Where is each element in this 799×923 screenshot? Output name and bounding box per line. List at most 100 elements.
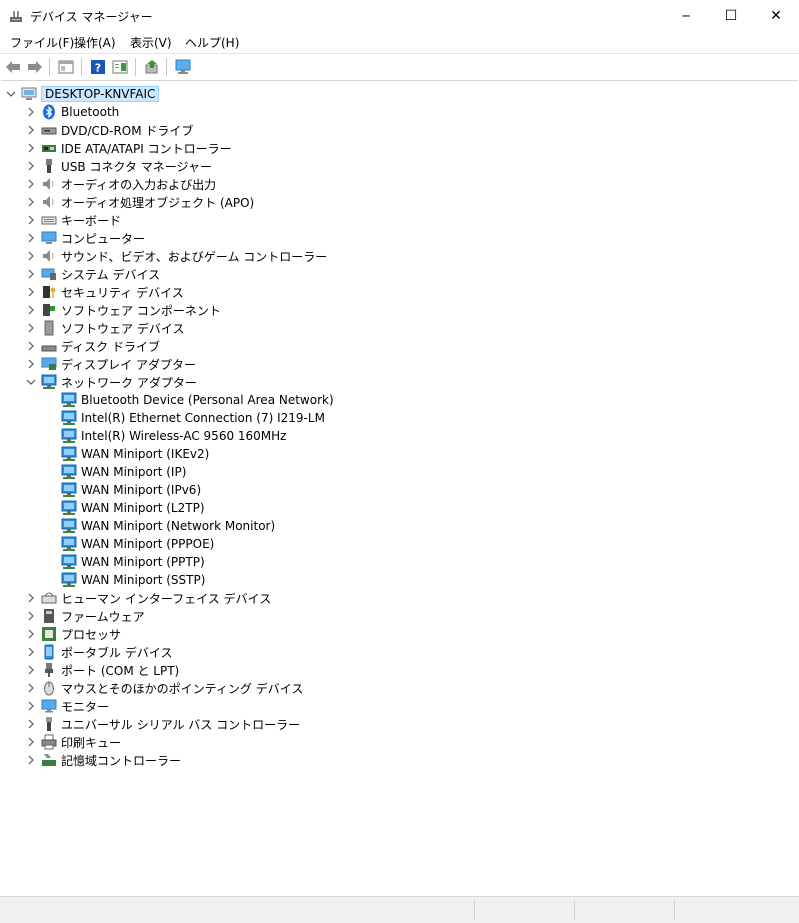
tree-category-1[interactable]: DVD/CD-ROM ドライブ [25,121,193,139]
window-title: デバイス マネージャー [30,10,153,24]
minimize-button[interactable]: ─ [663,0,709,32]
tree-category-18[interactable]: プロセッサ [25,625,121,643]
tree-item-label: モニター [61,699,110,714]
expand-chevron-icon[interactable] [25,679,37,697]
disk-drive-icon [41,338,57,354]
tree-item-label: コンピューター [61,231,146,246]
tree-device-item[interactable]: WAN Miniport (Network Monitor) [45,517,275,535]
menu-action[interactable]: 操作(A) [74,34,116,51]
network-adapter-icon [61,536,77,552]
tree-device-item[interactable]: WAN Miniport (L2TP) [45,499,205,517]
expand-chevron-icon[interactable] [25,589,37,607]
expand-chevron-icon[interactable] [25,607,37,625]
expand-chevron-icon[interactable] [25,337,37,355]
tree-category-0[interactable]: Bluetooth [25,103,119,121]
speaker-icon [41,176,57,192]
menu-help[interactable]: ヘルプ(H) [185,34,239,51]
update-driver-button[interactable] [143,58,161,76]
expand-chevron-icon[interactable] [25,103,37,121]
expand-chevron-icon[interactable] [25,751,37,769]
tree-category-13[interactable]: ディスク ドライブ [25,337,160,355]
tree-category-24[interactable]: 印刷キュー [25,733,121,751]
tree-category-7[interactable]: コンピューター [25,229,145,247]
dvd-drive-icon [41,122,57,138]
expand-chevron-icon[interactable] [25,211,37,229]
tree-category-3[interactable]: USB コネクタ マネージャー [25,157,212,175]
expand-chevron-icon[interactable] [25,193,37,211]
toolbar-separator [49,58,50,76]
collapse-chevron-icon[interactable] [5,85,17,103]
expand-chevron-icon[interactable] [25,157,37,175]
tree-root[interactable]: DESKTOP-KNVFAIC [5,85,160,103]
tree-device-item[interactable]: WAN Miniport (PPTP) [45,553,205,571]
help-button[interactable]: ? [89,58,107,76]
tree-category-16[interactable]: ヒューマン インターフェイス デバイス [25,589,271,607]
expand-chevron-icon[interactable] [25,733,37,751]
collapse-chevron-icon[interactable] [25,373,37,391]
tree-device-item[interactable]: Bluetooth Device (Personal Area Network) [45,391,334,409]
tree-category-10[interactable]: セキュリティ デバイス [25,283,184,301]
title-bar: デバイス マネージャー ─ ☐ ✕ [0,0,799,32]
tree-device-item[interactable]: WAN Miniport (IPv6) [45,481,201,499]
expand-chevron-icon[interactable] [25,715,37,733]
tree-device-item[interactable]: Intel(R) Ethernet Connection (7) I219-LM [45,409,325,427]
tree-category-9[interactable]: システム デバイス [25,265,160,283]
tree-category-6[interactable]: キーボード [25,211,121,229]
tree-category-2[interactable]: IDE ATA/ATAPI コントローラー [25,139,232,157]
menu-view[interactable]: 表示(V) [130,34,172,51]
expand-chevron-icon[interactable] [25,301,37,319]
expand-chevron-icon[interactable] [25,661,37,679]
close-button[interactable]: ✕ [753,0,799,32]
menu-file[interactable]: ファイル(F) [10,34,74,51]
properties-button[interactable] [57,58,75,76]
tree-item-label: 印刷キュー [61,735,122,750]
action-pane-button[interactable] [111,58,129,76]
tree-item-label: セキュリティ デバイス [61,285,184,300]
tree-category-15[interactable]: ネットワーク アダプター [25,373,197,391]
tree-device-item[interactable]: WAN Miniport (IP) [45,463,186,481]
forward-button[interactable] [26,58,44,76]
maximize-button[interactable]: ☐ [708,0,754,32]
expand-chevron-icon[interactable] [25,247,37,265]
tree-category-11[interactable]: ソフトウェア コンポーネント [25,301,221,319]
tree-category-8[interactable]: サウンド、ビデオ、およびゲーム コントローラー [25,247,327,265]
status-segment [674,900,799,920]
tree-item-label: Bluetooth Device (Personal Area Network) [81,393,334,407]
expand-chevron-icon[interactable] [25,229,37,247]
tree-device-item[interactable]: WAN Miniport (PPPOE) [45,535,214,553]
tree-category-22[interactable]: モニター [25,697,109,715]
tree-category-19[interactable]: ポータブル デバイス [25,643,172,661]
tree-category-17[interactable]: ファームウェア [25,607,145,625]
tree-item-label: Bluetooth [61,105,120,119]
expand-chevron-icon[interactable] [25,265,37,283]
expand-chevron-icon[interactable] [25,283,37,301]
tree-device-item[interactable]: WAN Miniport (SSTP) [45,571,205,589]
expand-chevron-icon[interactable] [25,139,37,157]
expand-chevron-icon[interactable] [25,625,37,643]
tree-item-label: ネットワーク アダプター [61,375,197,390]
scan-hardware-button[interactable] [174,58,192,76]
tree-device-item[interactable]: WAN Miniport (IKEv2) [45,445,209,463]
expand-chevron-icon[interactable] [25,319,37,337]
tree-category-12[interactable]: ソフトウェア デバイス [25,319,184,337]
expand-chevron-icon[interactable] [25,121,37,139]
tree-root-label: DESKTOP-KNVFAIC [41,86,160,102]
tree-device-item[interactable]: Intel(R) Wireless-AC 9560 160MHz [45,427,286,445]
tree-category-14[interactable]: ディスプレイ アダプター [25,355,196,373]
tree-category-20[interactable]: ポート (COM と LPT) [25,661,179,679]
tree-category-25[interactable]: 記憶域コントローラー [25,751,181,769]
back-button[interactable] [4,58,22,76]
device-tree[interactable]: DESKTOP-KNVFAIC Bluetooth DVD/CD-ROM ドライブ I… [1,80,798,897]
tree-category-5[interactable]: オーディオ処理オブジェクト (APO) [25,193,254,211]
properties-icon [58,60,74,74]
expand-chevron-icon[interactable] [25,355,37,373]
tree-category-23[interactable]: ユニバーサル シリアル バス コントローラー [25,715,300,733]
expand-chevron-icon[interactable] [25,175,37,193]
tree-category-21[interactable]: マウスとそのほかのポインティング デバイス [25,679,303,697]
expand-chevron-icon[interactable] [25,697,37,715]
network-adapter-icon [61,554,77,570]
tree-category-4[interactable]: オーディオの入力および出力 [25,175,216,193]
expand-chevron-icon[interactable] [25,643,37,661]
